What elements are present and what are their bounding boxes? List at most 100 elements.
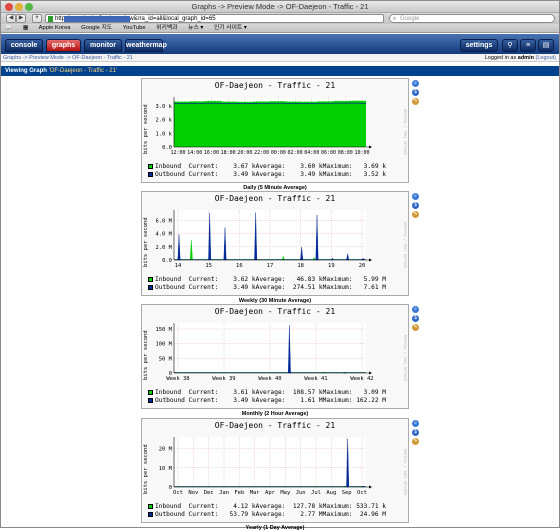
logout-link[interactable]: (Logout) <box>536 55 557 61</box>
tab-console[interactable]: console <box>5 39 43 52</box>
rrdtool-credit: RRDTOOL / TOBI OETIKER <box>403 335 407 381</box>
graph-caption: Yearly (1 Day Average) <box>141 525 409 531</box>
csv-export-icon[interactable]: $ <box>412 315 419 322</box>
x-tick-label: 19 <box>328 263 335 269</box>
graph-0[interactable]: OF-Daejeon - Traffic - 21bits per second… <box>141 78 409 183</box>
graph-actions: ⌕ $ ✎ <box>412 420 421 447</box>
properties-icon[interactable]: ✎ <box>412 438 419 445</box>
legend-cell: Average: <box>256 163 290 170</box>
legend-row: Outbound Current: 3.49 kAverage: 1.61 MM… <box>148 397 386 405</box>
inbound-swatch <box>148 390 153 395</box>
zoom-icon[interactable]: ⌕ <box>412 193 419 200</box>
legend-cell: 53.79 k <box>222 511 256 518</box>
x-tick-label: Nov <box>188 490 199 496</box>
x-tick-label: 15 <box>205 263 212 269</box>
x-tick-label: 20 <box>359 263 366 269</box>
tab-weathermap[interactable]: weathermap <box>125 39 163 52</box>
graph-title: OF-Daejeon - Traffic - 21 <box>142 307 408 316</box>
address-bar[interactable]: http:// graph.php?action=view&rra_id=all… <box>45 14 384 23</box>
graph-title: OF-Daejeon - Traffic - 21 <box>142 421 408 430</box>
zoom-icon[interactable]: ⌕ <box>412 80 419 87</box>
legend-cell: Current: <box>189 389 223 396</box>
csv-export-icon[interactable]: $ <box>412 89 419 96</box>
tab-graphs[interactable]: graphs <box>46 39 81 52</box>
bookmark-youtube[interactable]: YouTube <box>123 25 146 31</box>
legend-cell: 3.49 k <box>222 284 256 291</box>
properties-icon[interactable]: ✎ <box>412 211 419 218</box>
login-status: Logged in as admin (Logout) <box>485 54 556 62</box>
graph-caption: Monthly (2 Hour Average) <box>141 411 409 417</box>
x-tick-label: 20:00 <box>237 150 252 156</box>
properties-icon[interactable]: ✎ <box>412 324 419 331</box>
x-axis-arrow <box>369 146 372 149</box>
minimize-icon[interactable] <box>15 3 23 11</box>
legend-cell: 3.60 k <box>289 163 323 170</box>
preview-view-icon[interactable]: ▤ <box>538 39 554 52</box>
properties-icon[interactable]: ✎ <box>412 98 419 105</box>
graph-actions: ⌕ $ ✎ <box>412 193 421 220</box>
graph-actions: ⌕ $ ✎ <box>412 306 421 333</box>
zoom-icon[interactable]: ⌕ <box>412 420 419 427</box>
y-tick-label: 100 M <box>155 342 172 348</box>
list-view-icon[interactable]: ≡ <box>520 39 536 52</box>
x-tick-label: Week 40 <box>258 376 281 382</box>
forward-button[interactable]: ▶ <box>16 14 26 23</box>
legend-cell: 1.61 M <box>289 397 323 404</box>
top-sites-icon[interactable]: ▦ <box>23 25 28 31</box>
plot-area: 0.02.0 M4.0 M6.0 M14151617181920 <box>144 206 374 271</box>
legend-cell: Average: <box>256 503 290 510</box>
x-axis-arrow <box>369 486 372 489</box>
graph-3[interactable]: OF-Daejeon - Traffic - 21bits per second… <box>141 418 409 523</box>
bookmark-google-maps[interactable]: Google 지도 <box>81 25 112 31</box>
legend-cell: 3.09 M <box>356 389 386 396</box>
graph-2[interactable]: OF-Daejeon - Traffic - 21bits per second… <box>141 304 409 409</box>
breadcrumb-text[interactable]: Graphs -> Preview Mode -> OF-Daejeon - T… <box>3 55 133 61</box>
legend-cell: 3.67 k <box>222 163 256 170</box>
legend-cell: Current: <box>189 284 223 291</box>
legend-cell: Average: <box>256 276 290 283</box>
legend-cell: Average: <box>256 511 290 518</box>
x-tick-label: 16 <box>236 263 243 269</box>
close-icon[interactable] <box>5 3 13 11</box>
x-tick-label: Sep <box>342 490 352 496</box>
legend-cell: Current: <box>189 503 223 510</box>
bookmark-wikipedia[interactable]: 위키백과 <box>156 25 177 31</box>
legend-cell: 4.12 k <box>222 503 256 510</box>
add-bookmark-button[interactable]: + <box>32 14 42 23</box>
bookmark-news[interactable]: 뉴스 ▾ <box>188 25 203 31</box>
inbound-swatch <box>148 164 153 169</box>
legend-cell: Maximum: <box>323 511 357 518</box>
window-title: Graphs -> Preview Mode -> OF-Daejeon - T… <box>191 2 368 11</box>
x-tick-label: 10:00 <box>354 150 369 156</box>
back-button[interactable]: ◀ <box>6 14 16 23</box>
y-tick-label: 50 M <box>159 356 173 362</box>
outbound-line <box>174 103 366 104</box>
show-all-bookmarks-icon[interactable]: 📖 <box>5 25 12 31</box>
tree-view-icon[interactable]: ⚲ <box>502 39 518 52</box>
legend-cell: Inbound <box>155 276 189 283</box>
x-tick-label: 06:00 <box>321 150 336 156</box>
tab-monitor[interactable]: monitor <box>84 39 122 52</box>
search-icon: ⌕ <box>393 15 396 23</box>
x-tick-label: 22:00 <box>254 150 269 156</box>
settings-button[interactable]: settings <box>460 39 498 52</box>
search-input[interactable]: ⌕ Google <box>389 14 555 23</box>
zoom-icon[interactable] <box>25 3 33 11</box>
legend-cell: 3.49 k <box>222 171 256 178</box>
login-label: Logged in as <box>485 55 518 61</box>
legend-cell: 24.96 M <box>356 511 386 518</box>
bookmark-apple-korea[interactable]: Apple Korea <box>39 25 71 31</box>
legend-cell: Average: <box>256 284 290 291</box>
legend-row: Outbound Current: 3.49 kAverage: 3.49 kM… <box>148 171 386 179</box>
username: admin <box>518 55 534 61</box>
graph-title: OF-Daejeon - Traffic - 21 <box>142 194 408 203</box>
outbound-swatch <box>148 172 153 177</box>
bookmark-popular-sites[interactable]: 인기 사이트 ▾ <box>214 25 247 31</box>
legend-cell: Average: <box>256 389 290 396</box>
csv-export-icon[interactable]: $ <box>412 202 419 209</box>
zoom-icon[interactable]: ⌕ <box>412 306 419 313</box>
inbound-area <box>174 100 366 147</box>
csv-export-icon[interactable]: $ <box>412 429 419 436</box>
graph-1[interactable]: OF-Daejeon - Traffic - 21bits per second… <box>141 191 409 296</box>
legend-cell: 3.62 k <box>222 276 256 283</box>
